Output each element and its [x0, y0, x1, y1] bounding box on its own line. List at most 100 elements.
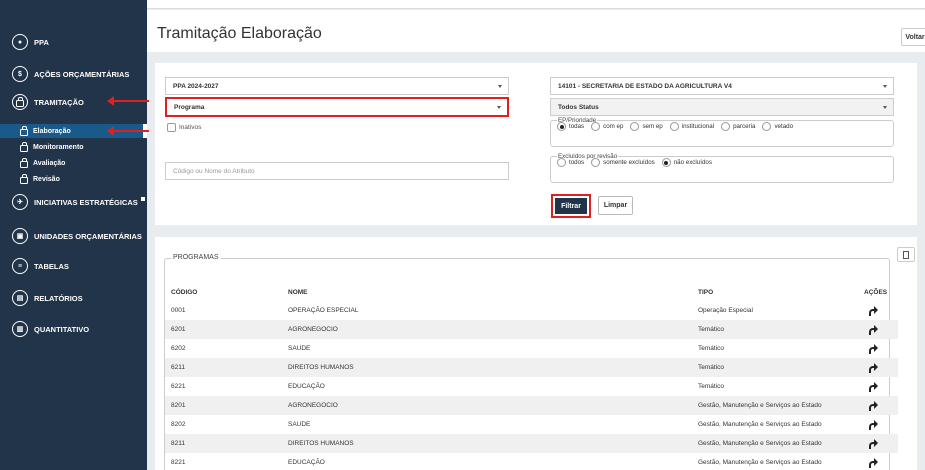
- cell-codigo: 8202: [171, 421, 186, 428]
- dollar-icon: $: [12, 66, 28, 82]
- radio-button[interactable]: [591, 122, 601, 131]
- sidebar-subitem-avaliacao[interactable]: Avaliação: [0, 156, 147, 170]
- cell-codigo: 6211: [171, 364, 185, 371]
- radio-button[interactable]: [557, 158, 566, 167]
- cell-tipo: Gestão, Manutenção e Serviços ao Estado: [698, 421, 822, 428]
- page-title: Tramitação Elaboração: [157, 25, 322, 42]
- sidebar-item-label: PPA: [34, 37, 49, 47]
- radio-button[interactable]: [669, 122, 679, 131]
- sidebar-item-quantitativo[interactable]: ▥ QUANTITATIVO: [0, 321, 147, 337]
- export-button[interactable]: [897, 247, 915, 262]
- ep-option[interactable]: vetado: [762, 122, 793, 131]
- sidebar-subitem-revisao[interactable]: Revisão: [0, 172, 147, 186]
- share-arrow-icon[interactable]: [869, 324, 878, 335]
- radio-button[interactable]: [630, 122, 640, 131]
- ep-priority-group: EP/Prioridade todas com ep sem ep instituci…: [550, 117, 894, 147]
- clear-button[interactable]: Limpar: [598, 196, 633, 215]
- sidebar-item-unidades-orcamentarias[interactable]: ▣ UNIDADES ORÇAMENTÁRIAS: [0, 228, 147, 244]
- lock-icon: [20, 141, 28, 152]
- radio-button[interactable]: [762, 122, 772, 131]
- status-select-value: Todos Status: [558, 103, 599, 111]
- sidebar: ● PPA $ AÇÕES ORÇAMENTÁRIAS TRAMITAÇÃO E…: [0, 0, 147, 470]
- row-action[interactable]: [869, 362, 878, 373]
- inativos-checkbox[interactable]: Inativos: [167, 123, 201, 132]
- row-action[interactable]: [869, 457, 878, 468]
- cell-tipo: Temático: [698, 345, 725, 352]
- cell-codigo: 8211: [171, 440, 185, 447]
- ep-option-label: vetado: [774, 123, 794, 130]
- sidebar-item-label: AÇÕES ORÇAMENTÁRIAS: [34, 69, 130, 79]
- row-action[interactable]: [869, 419, 878, 430]
- cell-nome: SAUDE: [288, 345, 311, 352]
- share-arrow-icon[interactable]: [869, 343, 878, 354]
- cell-codigo: 6201: [171, 326, 186, 333]
- column-header-nome: NOME: [288, 289, 308, 296]
- share-arrow-icon[interactable]: [869, 419, 878, 430]
- radio-button[interactable]: [557, 122, 566, 131]
- excl-option[interactable]: somente excluídos: [591, 158, 655, 167]
- share-arrow-icon[interactable]: [869, 457, 878, 468]
- radio-button[interactable]: [661, 158, 671, 167]
- excl-option[interactable]: todos: [557, 158, 584, 167]
- programa-select[interactable]: Programa: [165, 97, 509, 117]
- rocket-icon: ✈: [12, 194, 28, 210]
- table-row: 0001 OPERAÇÃO ESPECIAL Operação Especial: [165, 301, 898, 320]
- sidebar-item-relatorios[interactable]: ▤ RELATÓRIOS: [0, 290, 147, 306]
- row-action[interactable]: [869, 381, 878, 392]
- sidebar-item-label: INICIATIVAS ESTRATÉGICAS: [34, 197, 138, 207]
- annotation-arrow: [107, 126, 149, 136]
- column-header-acoes: AÇÕES: [864, 289, 888, 296]
- chevron-down-icon: [883, 106, 887, 109]
- sidebar-item-label: TRAMITAÇÃO: [34, 97, 84, 107]
- table-row: 6211 DIREITOS HUMANOS Temático: [165, 358, 898, 377]
- top-strip: [147, 0, 925, 9]
- sidebar-item-iniciativas-estrategicas[interactable]: ✈ INICIATIVAS ESTRATÉGICAS: [0, 194, 147, 210]
- share-arrow-icon[interactable]: [869, 305, 878, 316]
- cell-nome: AGRONEGOCIO: [288, 326, 338, 333]
- ep-option[interactable]: com ep: [591, 122, 623, 131]
- cell-tipo: Temático: [698, 383, 725, 390]
- share-arrow-icon[interactable]: [869, 381, 878, 392]
- back-button[interactable]: Voltar: [901, 28, 925, 46]
- row-action[interactable]: [869, 324, 878, 335]
- notification-dot: [141, 197, 145, 201]
- lock-icon: [12, 94, 28, 110]
- ep-option[interactable]: parceria: [721, 122, 755, 131]
- radio-button[interactable]: [721, 122, 731, 131]
- share-arrow-icon[interactable]: [869, 362, 878, 373]
- inativos-label: Inativos: [179, 124, 202, 131]
- checkbox[interactable]: [167, 123, 176, 132]
- radio-button[interactable]: [591, 158, 601, 167]
- cell-nome: OPERAÇÃO ESPECIAL: [288, 307, 359, 314]
- sidebar-item-tramitacao[interactable]: TRAMITAÇÃO: [0, 94, 147, 110]
- cell-tipo: Operação Especial: [698, 307, 753, 314]
- sidebar-item-tabelas[interactable]: ≡ TABELAS: [0, 258, 147, 274]
- filter-button[interactable]: Filtrar: [551, 194, 591, 218]
- excl-option[interactable]: não excluídos: [661, 158, 712, 167]
- results-panel: PROGRAMAS CÓDIGO NOME TIPO AÇÕES 0001 OPE…: [155, 237, 917, 470]
- attribute-search-input[interactable]: [165, 162, 509, 180]
- ep-priority-options: todas com ep sem ep institucional parceria ve…: [557, 122, 887, 131]
- secretaria-select[interactable]: 14101 - SECRETARIA DE ESTADO DA AGRICULT…: [550, 77, 894, 95]
- row-action[interactable]: [869, 438, 878, 449]
- sidebar-item-ppa[interactable]: ● PPA: [0, 34, 147, 50]
- lock-icon: [20, 125, 28, 136]
- row-action[interactable]: [869, 305, 878, 316]
- ppa-select[interactable]: PPA 2024-2027: [165, 77, 509, 95]
- chart-icon: ▥: [12, 321, 28, 337]
- cell-nome: DIREITOS HUMANOS: [288, 364, 354, 371]
- sidebar-subitem-monitoramento[interactable]: Monitoramento: [0, 140, 147, 154]
- excl-option-label: não excluídos: [673, 159, 712, 166]
- ep-option[interactable]: sem ep: [630, 122, 663, 131]
- cell-tipo: Gestão, Manutenção e Serviços ao Estado: [698, 440, 822, 447]
- row-action[interactable]: [869, 400, 878, 411]
- share-arrow-icon[interactable]: [869, 438, 878, 449]
- ep-option[interactable]: todas: [557, 122, 584, 131]
- ep-option[interactable]: institucional: [669, 122, 714, 131]
- share-arrow-icon[interactable]: [869, 400, 878, 411]
- sidebar-item-label: QUANTITATIVO: [34, 324, 90, 334]
- row-action[interactable]: [869, 343, 878, 354]
- sidebar-item-acoes-orcamentarias[interactable]: $ AÇÕES ORÇAMENTÁRIAS: [0, 66, 147, 82]
- chevron-down-icon: [497, 106, 501, 109]
- status-select[interactable]: Todos Status: [550, 98, 894, 116]
